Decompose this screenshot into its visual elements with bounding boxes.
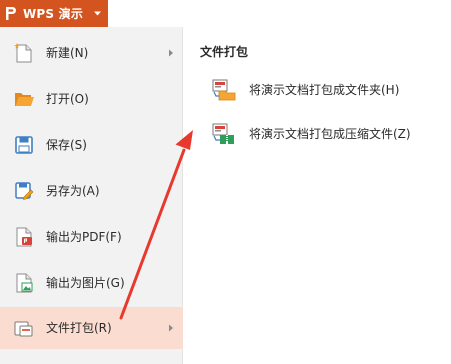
menu-item-export-image[interactable]: 输出为图片(G) [0, 262, 183, 304]
menu-item-label: 文件打包(R) [46, 321, 112, 335]
wps-presentation-button[interactable]: WPS 演示 [0, 0, 108, 27]
menu-item-label: 另存为(A) [46, 184, 100, 198]
menu-item-label: 输出为图片(G) [46, 276, 125, 290]
package-to-zip-item[interactable]: 将演示文档打包成压缩文件(Z) [200, 116, 440, 152]
chevron-right-icon [169, 49, 173, 57]
package-to-zip-icon [212, 123, 234, 144]
new-file-icon [14, 43, 32, 63]
package-to-folder-icon [212, 79, 236, 101]
save-icon [15, 136, 33, 154]
menu-item-export-pdf[interactable]: 输出为PDF(F) [0, 216, 183, 258]
open-folder-icon [15, 93, 34, 106]
menu-item-save-as[interactable]: 另存为(A) [0, 170, 183, 212]
package-file-icon [14, 321, 33, 337]
menu-item-label: 打开(O) [46, 92, 89, 106]
package-to-folder-label: 将演示文档打包成文件夹(H) [249, 83, 400, 97]
export-pdf-icon [16, 227, 32, 247]
caret-down-icon[interactable] [93, 9, 102, 18]
package-to-folder-item[interactable]: 将演示文档打包成文件夹(H) [200, 72, 440, 108]
export-image-icon [16, 273, 33, 293]
app-title: WPS 演示 [23, 7, 84, 21]
menu-item-open[interactable]: 打开(O) [0, 78, 183, 120]
menu-item-package[interactable]: 文件打包(R) [0, 307, 183, 349]
wps-presentation-logo [6, 7, 16, 20]
package-to-zip-label: 将演示文档打包成压缩文件(Z) [249, 127, 411, 141]
menu-item-label: 保存(S) [46, 138, 87, 152]
save-as-icon [15, 182, 34, 200]
menu-item-label: 输出为PDF(F) [46, 230, 122, 244]
menu-item-new[interactable]: 新建(N) [0, 32, 183, 74]
submenu-heading: 文件打包 [200, 45, 249, 59]
menu-item-save[interactable]: 保存(S) [0, 124, 183, 166]
chevron-right-icon [169, 324, 173, 332]
file-menu: 新建(N) 打开(O) 保存(S) 另存为(A) 输出为PDF(F) 输出为图片… [0, 27, 183, 364]
menu-item-label: 新建(N) [46, 46, 89, 60]
